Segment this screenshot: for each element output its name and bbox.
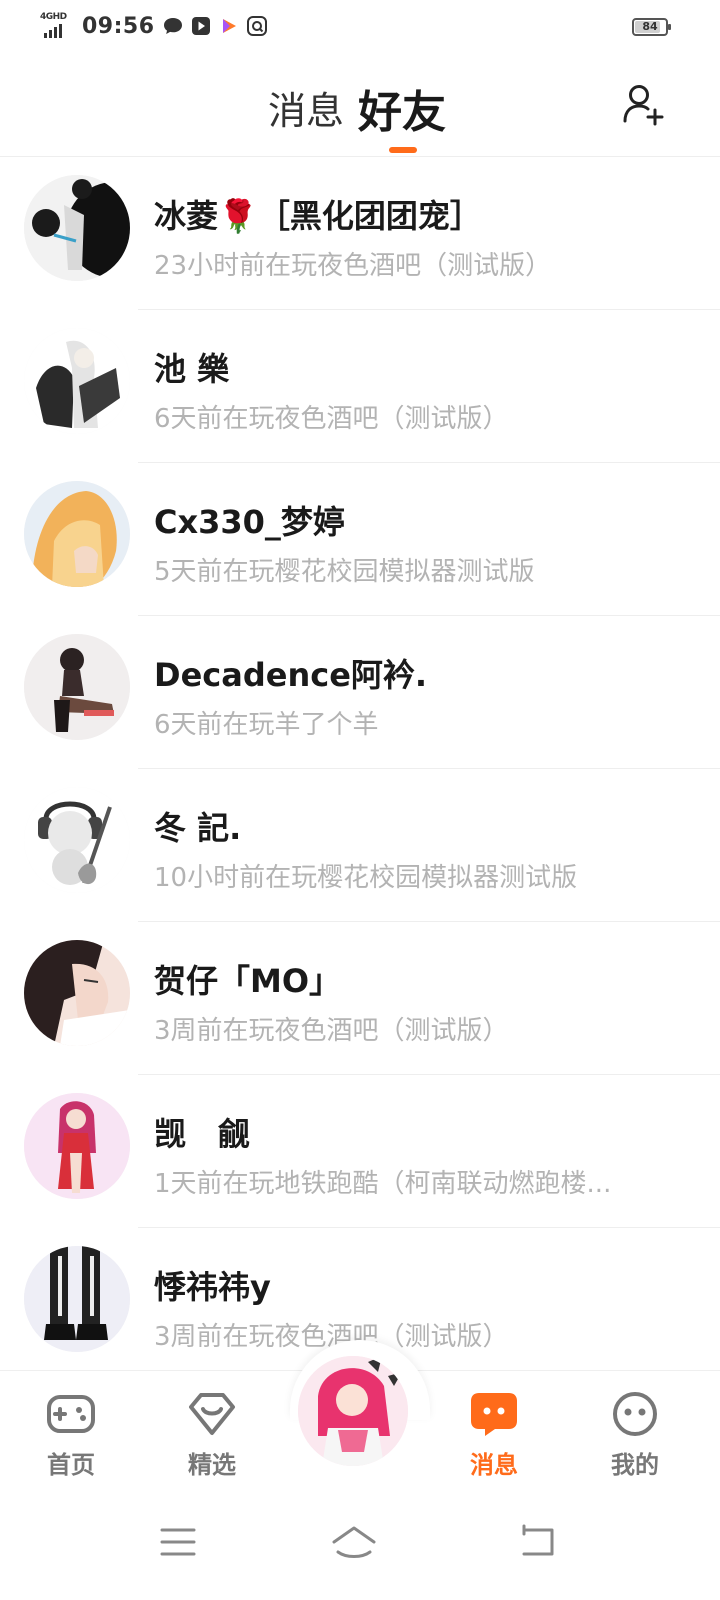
- video-app-icon: [219, 16, 239, 36]
- system-nav: [0, 1500, 720, 1600]
- avatar[interactable]: [24, 634, 130, 740]
- network-type: 4GHD: [40, 12, 67, 22]
- tab-friends[interactable]: 好友: [358, 76, 446, 140]
- friend-item[interactable]: 冬 記. 10小时前在玩樱花校园模拟器测试版: [0, 769, 720, 922]
- center-avatar-button[interactable]: [298, 1356, 408, 1466]
- avatar[interactable]: [24, 328, 130, 434]
- friend-item[interactable]: 冰菱🌹［黑化团团宠］ 23小时前在玩夜色酒吧（测试版）: [0, 157, 720, 310]
- nav-home[interactable]: 首页: [21, 1391, 121, 1480]
- friend-status: 3周前在玩夜色酒吧（测试版）: [154, 1016, 509, 1046]
- friend-name: 池 樂: [154, 350, 230, 388]
- friend-status: 10小时前在玩樱花校园模拟器测试版: [154, 863, 578, 893]
- avatar[interactable]: [24, 1246, 130, 1352]
- friend-name: 冰菱🌹［黑化团团宠］: [154, 197, 482, 235]
- friend-name: Decadence阿衿.: [154, 656, 428, 694]
- status-bar-left: 4GHD 09:56: [40, 12, 267, 40]
- friend-list: 冰菱🌹［黑化团团宠］ 23小时前在玩夜色酒吧（测试版） 池 樂 6天前在玩夜色酒…: [0, 157, 720, 1381]
- battery-level: 84: [642, 20, 658, 33]
- gamepad-icon: [46, 1391, 96, 1437]
- nav-profile[interactable]: 我的: [585, 1391, 685, 1480]
- friend-name: 悸祎祎y: [154, 1268, 271, 1306]
- friend-status: 1天前在玩地铁跑酷（柯南联动燃跑楼...: [154, 1169, 612, 1199]
- active-tab-indicator: [389, 147, 417, 153]
- nav-featured[interactable]: 精选: [162, 1391, 262, 1480]
- add-user-icon[interactable]: [622, 82, 666, 126]
- friend-item[interactable]: 池 樂 6天前在玩夜色酒吧（测试版）: [0, 310, 720, 463]
- friend-status: 5天前在玩樱花校园模拟器测试版: [154, 557, 535, 587]
- chat-bubble-icon: [163, 16, 183, 36]
- play-box-icon: [191, 16, 211, 36]
- message-icon: [469, 1391, 519, 1437]
- friend-name: 贺仔「MO」: [154, 962, 342, 1000]
- avatar[interactable]: [24, 787, 130, 893]
- nav-profile-label: 我的: [611, 1451, 659, 1479]
- back-icon[interactable]: [516, 1522, 560, 1562]
- friend-item[interactable]: 觊 觎 1天前在玩地铁跑酷（柯南联动燃跑楼...: [0, 1075, 720, 1228]
- browser-app-icon: [246, 16, 267, 36]
- tab-messages[interactable]: 消息: [268, 80, 344, 135]
- smiley-icon: [610, 1391, 660, 1437]
- menu-icon[interactable]: [156, 1522, 200, 1562]
- avatar[interactable]: [24, 940, 130, 1046]
- friend-name: 觊 觎: [154, 1115, 251, 1153]
- friend-item[interactable]: 贺仔「MO」 3周前在玩夜色酒吧（测试版）: [0, 922, 720, 1075]
- avatar[interactable]: [24, 481, 130, 587]
- nav-featured-label: 精选: [188, 1451, 236, 1479]
- clock: 09:56: [82, 13, 155, 39]
- friend-name: Cx330_梦婷: [154, 503, 345, 541]
- avatar[interactable]: [24, 175, 130, 281]
- nav-messages-label: 消息: [470, 1451, 518, 1479]
- friend-status: 23小时前在玩夜色酒吧（测试版）: [154, 251, 552, 281]
- friend-status: 6天前在玩羊了个羊: [154, 710, 379, 740]
- avatar[interactable]: [24, 1093, 130, 1199]
- signal-icon: [44, 24, 62, 38]
- friend-status: 3周前在玩夜色酒吧（测试版）: [154, 1322, 509, 1352]
- heart-badge-icon: [187, 1391, 237, 1437]
- friend-name: 冬 記.: [154, 809, 242, 847]
- friend-item[interactable]: Decadence阿衿. 6天前在玩羊了个羊: [0, 616, 720, 769]
- status-bar: 4GHD 09:56 84: [0, 0, 720, 56]
- nav-messages[interactable]: 消息: [444, 1391, 544, 1480]
- friend-item[interactable]: Cx330_梦婷 5天前在玩樱花校园模拟器测试版: [0, 463, 720, 616]
- home-icon[interactable]: [330, 1522, 378, 1562]
- nav-home-label: 首页: [47, 1451, 95, 1479]
- battery-icon: 84: [632, 18, 671, 36]
- header: 消息 好友: [0, 56, 720, 157]
- friend-status: 6天前在玩夜色酒吧（测试版）: [154, 404, 509, 434]
- network-indicator: 4GHD: [40, 12, 74, 40]
